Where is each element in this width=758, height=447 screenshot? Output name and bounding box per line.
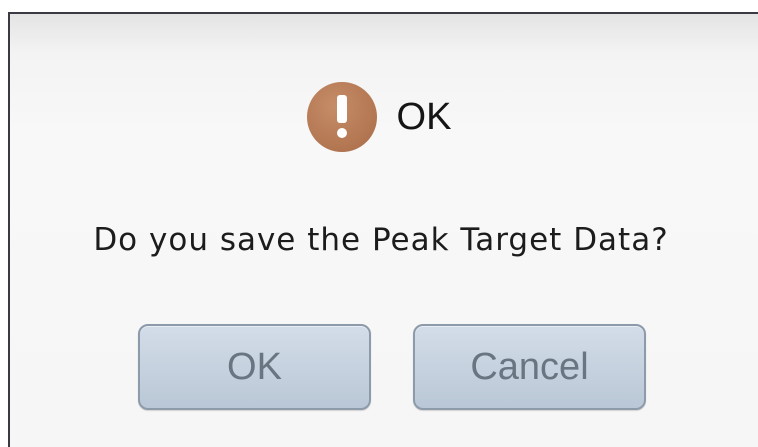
dialog-message: Do you save the Peak Target Data? <box>93 222 669 258</box>
ok-button[interactable]: OK <box>138 324 371 410</box>
exclamation-icon <box>306 82 377 152</box>
dialog-header: OK <box>10 82 758 152</box>
dialog-title: OK <box>396 95 452 138</box>
exclamation-mark-glyph <box>336 95 347 138</box>
confirm-dialog: OK Do you save the Peak Target Data? OK … <box>8 12 758 447</box>
cancel-button[interactable]: Cancel <box>413 324 646 410</box>
